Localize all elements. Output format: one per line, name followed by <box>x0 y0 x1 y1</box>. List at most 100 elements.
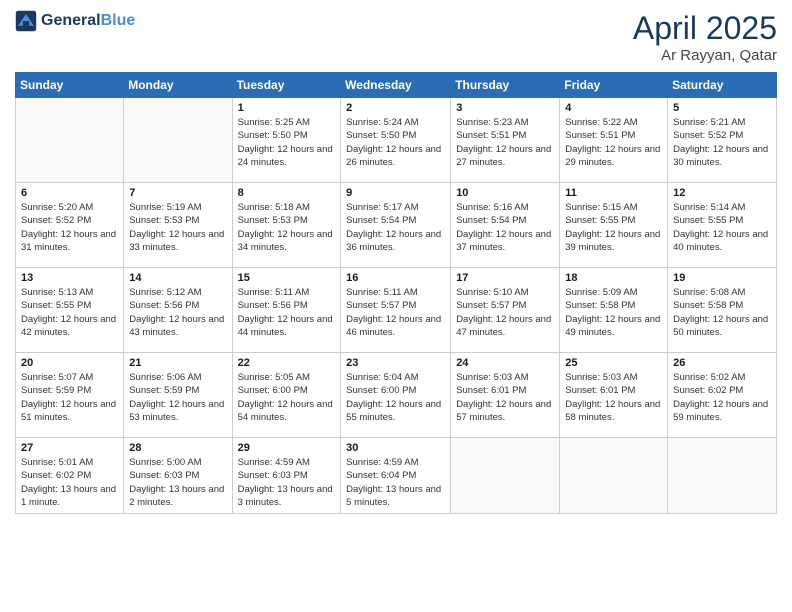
calendar-cell: 26 Sunrise: 5:02 AM Sunset: 6:02 PM Dayli… <box>668 353 777 438</box>
day-number: 10 <box>456 187 554 199</box>
calendar-cell: 6Sunrise: 5:20 AM Sunset: 5:52 PM Daylig… <box>16 183 124 268</box>
calendar-cell: 25 Sunrise: 5:03 AM Sunset: 6:01 PM Dayli… <box>560 353 668 438</box>
calendar-cell: 14 Sunrise: 5:12 AM Sunset: 5:56 PM Dayli… <box>124 268 232 353</box>
day-number: 17 <box>456 272 554 284</box>
day-info: Sunrise: 5:06 AM Sunset: 5:59 PM Dayligh… <box>129 371 226 424</box>
calendar-cell: 22 Sunrise: 5:05 AM Sunset: 6:00 PM Dayli… <box>232 353 341 438</box>
weekday-header-row: SundayMondayTuesdayWednesdayThursdayFrid… <box>16 73 777 98</box>
day-info: Sunrise: 5:16 AM Sunset: 5:54 PM Dayligh… <box>456 201 554 254</box>
day-number: 27 <box>21 442 118 454</box>
day-info: Sunrise: 5:02 AM Sunset: 6:02 PM Dayligh… <box>673 371 771 424</box>
day-info: Sunrise: 5:24 AM Sunset: 5:50 PM Dayligh… <box>346 116 445 169</box>
calendar-cell <box>124 98 232 183</box>
page-header: GeneralBlue April 2025 Ar Rayyan, Qatar <box>15 10 777 64</box>
day-number: 15 <box>238 272 336 284</box>
weekday-header-saturday: Saturday <box>668 73 777 98</box>
calendar-cell: 21 Sunrise: 5:06 AM Sunset: 5:59 PM Dayli… <box>124 353 232 438</box>
calendar-cell <box>451 438 560 514</box>
calendar-cell: 9 Sunrise: 5:17 AM Sunset: 5:54 PM Daylig… <box>341 183 451 268</box>
calendar-cell: 23Sunrise: 5:04 AM Sunset: 6:00 PM Dayli… <box>341 353 451 438</box>
day-number: 3 <box>456 102 554 114</box>
day-number: 5 <box>673 102 771 114</box>
day-number: 26 <box>673 357 771 369</box>
day-number: 19 <box>673 272 771 284</box>
calendar-cell: 8 Sunrise: 5:18 AM Sunset: 5:53 PM Daylig… <box>232 183 341 268</box>
day-number: 14 <box>129 272 226 284</box>
day-info: Sunrise: 5:11 AM Sunset: 5:56 PM Dayligh… <box>238 286 336 339</box>
calendar-cell: 28Sunrise: 5:00 AM Sunset: 6:03 PM Dayli… <box>124 438 232 514</box>
calendar-cell: 24 Sunrise: 5:03 AM Sunset: 6:01 PM Dayli… <box>451 353 560 438</box>
logo-text: GeneralBlue <box>41 12 135 30</box>
day-number: 13 <box>21 272 118 284</box>
calendar-table: SundayMondayTuesdayWednesdayThursdayFrid… <box>15 72 777 514</box>
day-info: Sunrise: 5:13 AM Sunset: 5:55 PM Dayligh… <box>21 286 118 339</box>
day-info: Sunrise: 5:03 AM Sunset: 6:01 PM Dayligh… <box>456 371 554 424</box>
calendar-cell <box>668 438 777 514</box>
weekday-header-sunday: Sunday <box>16 73 124 98</box>
day-info: Sunrise: 5:00 AM Sunset: 6:03 PM Dayligh… <box>129 456 226 509</box>
day-number: 12 <box>673 187 771 199</box>
logo-icon <box>15 10 37 32</box>
day-number: 16 <box>346 272 445 284</box>
calendar-cell: 29 Sunrise: 4:59 AM Sunset: 6:03 PM Dayli… <box>232 438 341 514</box>
day-info: Sunrise: 5:03 AM Sunset: 6:01 PM Dayligh… <box>565 371 662 424</box>
day-info: Sunrise: 5:04 AM Sunset: 6:00 PM Dayligh… <box>346 371 445 424</box>
day-number: 9 <box>346 187 445 199</box>
calendar-cell <box>560 438 668 514</box>
weekday-header-friday: Friday <box>560 73 668 98</box>
week-row-3: 13 Sunrise: 5:13 AM Sunset: 5:55 PM Dayli… <box>16 268 777 353</box>
week-row-2: 6Sunrise: 5:20 AM Sunset: 5:52 PM Daylig… <box>16 183 777 268</box>
day-info: Sunrise: 4:59 AM Sunset: 6:03 PM Dayligh… <box>238 456 336 509</box>
day-number: 21 <box>129 357 226 369</box>
calendar-cell: 20 Sunrise: 5:07 AM Sunset: 5:59 PM Dayli… <box>16 353 124 438</box>
calendar-cell <box>16 98 124 183</box>
day-number: 1 <box>238 102 336 114</box>
day-info: Sunrise: 5:10 AM Sunset: 5:57 PM Dayligh… <box>456 286 554 339</box>
weekday-header-monday: Monday <box>124 73 232 98</box>
day-info: Sunrise: 5:07 AM Sunset: 5:59 PM Dayligh… <box>21 371 118 424</box>
day-info: Sunrise: 5:18 AM Sunset: 5:53 PM Dayligh… <box>238 201 336 254</box>
day-number: 11 <box>565 187 662 199</box>
calendar-cell: 2 Sunrise: 5:24 AM Sunset: 5:50 PM Daylig… <box>341 98 451 183</box>
day-number: 24 <box>456 357 554 369</box>
day-number: 8 <box>238 187 336 199</box>
day-number: 20 <box>21 357 118 369</box>
calendar-cell: 11 Sunrise: 5:15 AM Sunset: 5:55 PM Dayli… <box>560 183 668 268</box>
day-info: Sunrise: 5:12 AM Sunset: 5:56 PM Dayligh… <box>129 286 226 339</box>
day-info: Sunrise: 5:01 AM Sunset: 6:02 PM Dayligh… <box>21 456 118 509</box>
day-number: 29 <box>238 442 336 454</box>
day-info: Sunrise: 5:05 AM Sunset: 6:00 PM Dayligh… <box>238 371 336 424</box>
calendar-cell: 17 Sunrise: 5:10 AM Sunset: 5:57 PM Dayli… <box>451 268 560 353</box>
calendar-cell: 18Sunrise: 5:09 AM Sunset: 5:58 PM Dayli… <box>560 268 668 353</box>
location-subtitle: Ar Rayyan, Qatar <box>633 47 777 64</box>
calendar-cell: 5 Sunrise: 5:21 AM Sunset: 5:52 PM Daylig… <box>668 98 777 183</box>
calendar-cell: 10 Sunrise: 5:16 AM Sunset: 5:54 PM Dayli… <box>451 183 560 268</box>
day-info: Sunrise: 5:25 AM Sunset: 5:50 PM Dayligh… <box>238 116 336 169</box>
day-number: 2 <box>346 102 445 114</box>
day-number: 22 <box>238 357 336 369</box>
calendar-cell: 3Sunrise: 5:23 AM Sunset: 5:51 PM Daylig… <box>451 98 560 183</box>
logo: GeneralBlue <box>15 10 135 32</box>
day-number: 30 <box>346 442 445 454</box>
month-title: April 2025 <box>633 10 777 47</box>
weekday-header-tuesday: Tuesday <box>232 73 341 98</box>
day-number: 25 <box>565 357 662 369</box>
weekday-header-thursday: Thursday <box>451 73 560 98</box>
calendar-cell: 1 Sunrise: 5:25 AM Sunset: 5:50 PM Daylig… <box>232 98 341 183</box>
day-info: Sunrise: 5:11 AM Sunset: 5:57 PM Dayligh… <box>346 286 445 339</box>
calendar-page: GeneralBlue April 2025 Ar Rayyan, Qatar … <box>0 0 792 612</box>
day-info: Sunrise: 5:21 AM Sunset: 5:52 PM Dayligh… <box>673 116 771 169</box>
calendar-cell: 12Sunrise: 5:14 AM Sunset: 5:55 PM Dayli… <box>668 183 777 268</box>
title-block: April 2025 Ar Rayyan, Qatar <box>633 10 777 64</box>
calendar-cell: 16 Sunrise: 5:11 AM Sunset: 5:57 PM Dayli… <box>341 268 451 353</box>
calendar-cell: 15 Sunrise: 5:11 AM Sunset: 5:56 PM Dayli… <box>232 268 341 353</box>
calendar-cell: 27 Sunrise: 5:01 AM Sunset: 6:02 PM Dayli… <box>16 438 124 514</box>
day-info: Sunrise: 5:15 AM Sunset: 5:55 PM Dayligh… <box>565 201 662 254</box>
day-info: Sunrise: 5:08 AM Sunset: 5:58 PM Dayligh… <box>673 286 771 339</box>
calendar-cell: 7Sunrise: 5:19 AM Sunset: 5:53 PM Daylig… <box>124 183 232 268</box>
day-number: 18 <box>565 272 662 284</box>
weekday-header-wednesday: Wednesday <box>341 73 451 98</box>
day-info: Sunrise: 5:17 AM Sunset: 5:54 PM Dayligh… <box>346 201 445 254</box>
day-info: Sunrise: 5:19 AM Sunset: 5:53 PM Dayligh… <box>129 201 226 254</box>
calendar-cell: 4Sunrise: 5:22 AM Sunset: 5:51 PM Daylig… <box>560 98 668 183</box>
